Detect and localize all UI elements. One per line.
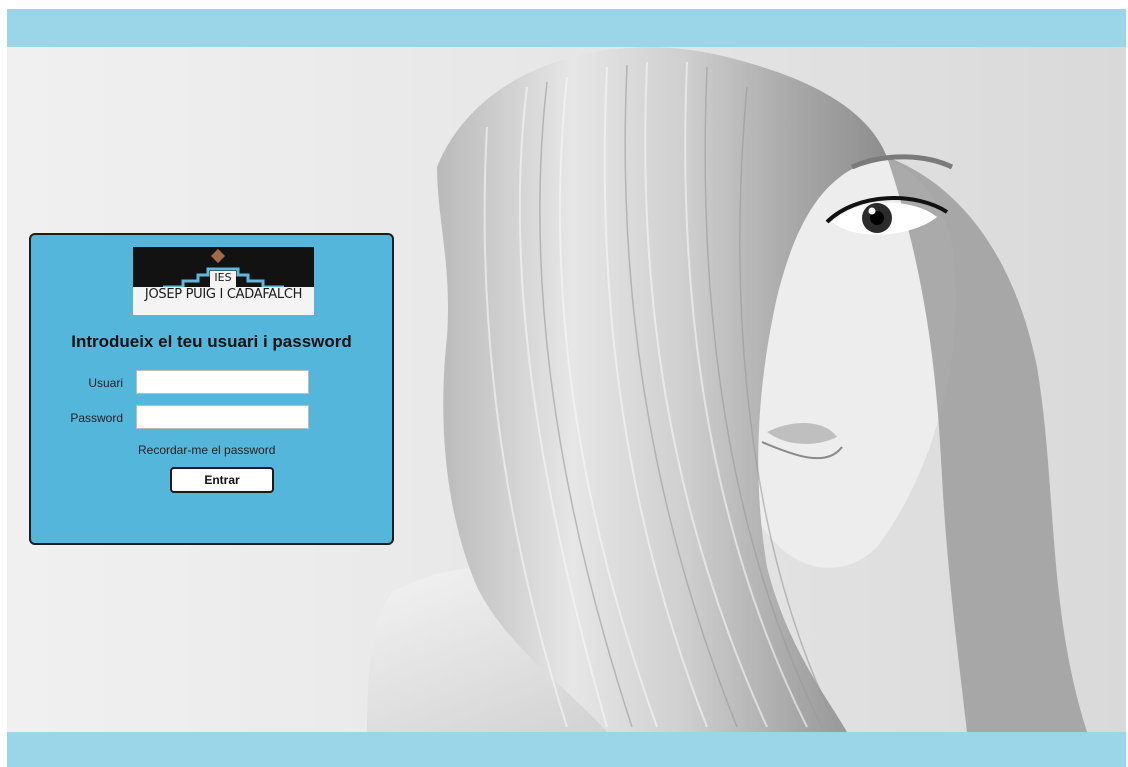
top-bar — [7, 9, 1126, 47]
login-title: Introdueix el teu usuari i password — [71, 332, 352, 351]
password-input[interactable] — [136, 405, 309, 429]
username-input[interactable] — [136, 370, 309, 394]
bottom-bar — [7, 732, 1126, 767]
password-label: Password — [70, 411, 123, 425]
logo-ies-text: IES — [214, 271, 232, 284]
logo-school-name: JOSEP PUIG I CADAFALCH — [144, 287, 303, 302]
forgot-password-link[interactable]: Recordar-me el password — [138, 443, 278, 457]
login-button[interactable]: Entrar — [170, 467, 274, 493]
login-panel: IES JOSEP PUIG I CADAFALCH Introdueix el… — [29, 233, 394, 545]
school-logo: IES JOSEP PUIG I CADAFALCH — [133, 247, 314, 315]
username-label: Usuari — [88, 376, 123, 390]
